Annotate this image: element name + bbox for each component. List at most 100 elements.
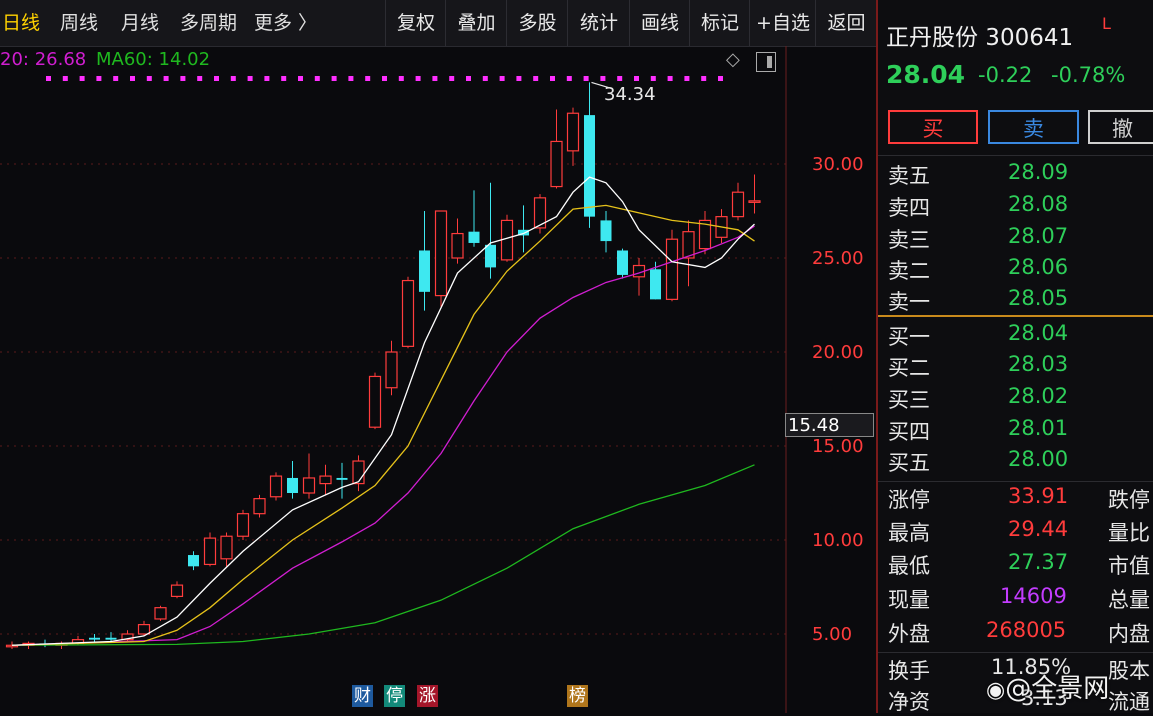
tab-monthly[interactable]: 月线 bbox=[121, 0, 159, 46]
bid4-label: 买四 bbox=[888, 420, 930, 444]
candle-up bbox=[236, 513, 250, 537]
max-price-dot bbox=[247, 76, 253, 81]
candle-up bbox=[401, 279, 415, 347]
candle-up bbox=[368, 375, 382, 428]
net-assets-label: 净资 bbox=[888, 690, 930, 714]
price-tick-5: 5.00 bbox=[812, 624, 853, 645]
limit-up-event-marker[interactable]: 涨 bbox=[417, 685, 438, 707]
outer-volume-value: 268005 bbox=[986, 618, 1067, 642]
ma20-line bbox=[11, 225, 755, 646]
mark-button[interactable]: 标记 bbox=[689, 0, 750, 46]
back-button[interactable]: 返回 bbox=[815, 0, 877, 46]
ask3-price[interactable]: 28.07 bbox=[1008, 224, 1068, 248]
ask4-price[interactable]: 28.08 bbox=[1008, 192, 1068, 216]
limit-up-label: 涨停 bbox=[888, 488, 930, 512]
max-price-dot bbox=[382, 76, 387, 81]
price-change: -0.22 bbox=[978, 63, 1033, 87]
max-price-dot bbox=[331, 76, 337, 81]
max-price-dot bbox=[550, 76, 555, 81]
tab-multi-period[interactable]: 多周期 bbox=[180, 0, 237, 46]
buy-button[interactable]: 买 bbox=[888, 110, 978, 144]
weibo-icon: ◉ bbox=[986, 678, 1006, 703]
max-price-dot bbox=[667, 76, 673, 81]
price-tick-10: 10.00 bbox=[812, 530, 864, 551]
ask3-label: 卖三 bbox=[888, 228, 930, 252]
overlay-button[interactable]: 叠加 bbox=[445, 0, 507, 46]
ask5-label: 卖五 bbox=[888, 164, 930, 188]
statistics-button[interactable]: 统计 bbox=[567, 0, 630, 46]
candle-up bbox=[550, 140, 563, 188]
bid5-price[interactable]: 28.00 bbox=[1008, 447, 1068, 471]
max-price-dot bbox=[499, 76, 505, 81]
bid5-label: 买五 bbox=[888, 451, 930, 475]
finance-event-marker[interactable]: 财 bbox=[352, 685, 373, 707]
kline-chart-area[interactable]: 20: 26.68 MA60: 14.02 ◇ 34.34 30.00 25.0… bbox=[0, 46, 876, 713]
watermark: ◉@全景网 bbox=[986, 674, 1110, 704]
draw-line-button[interactable]: 画线 bbox=[629, 0, 690, 46]
current-volume-label: 现量 bbox=[888, 588, 930, 612]
suspension-event-marker[interactable]: 停 bbox=[384, 685, 405, 707]
tab-more[interactable]: 更多 〉 bbox=[254, 0, 317, 46]
price-tick-20: 20.00 bbox=[812, 342, 864, 363]
adjust-button[interactable]: 复权 bbox=[385, 0, 446, 46]
ma5-line bbox=[11, 176, 755, 646]
current-price-box: 15.48 bbox=[785, 413, 874, 437]
cancel-order-button[interactable]: 撤 bbox=[1088, 110, 1153, 144]
add-watchlist-button[interactable]: +自选 bbox=[749, 0, 816, 46]
candle-down bbox=[617, 250, 628, 275]
multi-stock-button[interactable]: 多股 bbox=[506, 0, 568, 46]
candle-up bbox=[682, 231, 695, 259]
quote-panel: 正丹股份 300641 L 28.04 -0.22 -0.78% 买 卖 撤 卖… bbox=[876, 0, 1153, 714]
max-price-dot bbox=[583, 76, 589, 81]
max-price-dot bbox=[684, 76, 690, 81]
candle-down bbox=[584, 115, 595, 217]
volume-ratio-label: 量比 bbox=[1108, 521, 1150, 545]
candle-down bbox=[600, 220, 612, 242]
max-price-dot bbox=[449, 76, 455, 81]
candle-up bbox=[731, 191, 745, 218]
candle-up bbox=[665, 238, 679, 300]
bid1-price[interactable]: 28.04 bbox=[1008, 321, 1068, 345]
market-cap-label: 市值 bbox=[1108, 554, 1150, 578]
candle-up bbox=[385, 351, 398, 389]
max-price-dot bbox=[718, 76, 723, 81]
stock-name: 正丹股份 300641 bbox=[886, 25, 1074, 51]
candle-up bbox=[500, 219, 514, 261]
ask5-price[interactable]: 28.09 bbox=[1008, 160, 1068, 184]
ask2-label: 卖二 bbox=[888, 259, 930, 283]
low-label: 最低 bbox=[888, 554, 930, 578]
max-price-dot bbox=[634, 76, 639, 81]
float-label: 流通 bbox=[1108, 690, 1150, 714]
listing-flag: L bbox=[1102, 14, 1111, 33]
max-price-dot bbox=[264, 76, 270, 81]
tab-daily[interactable]: 日线 bbox=[2, 0, 40, 46]
candle-up bbox=[319, 475, 332, 485]
tab-weekly[interactable]: 周线 bbox=[60, 0, 98, 46]
max-price-dot bbox=[348, 76, 354, 81]
max-price-dot bbox=[482, 76, 488, 81]
max-price-dot bbox=[365, 76, 371, 81]
price-tick-25: 25.00 bbox=[812, 248, 864, 269]
diamond-icon[interactable]: ◇ bbox=[726, 49, 740, 70]
bid2-price[interactable]: 28.03 bbox=[1008, 352, 1068, 376]
bid4-price[interactable]: 28.01 bbox=[1008, 416, 1068, 440]
sell-button[interactable]: 卖 bbox=[988, 110, 1079, 144]
max-price-dot bbox=[516, 76, 522, 81]
price-tick-30: 30.00 bbox=[812, 154, 864, 175]
max-price-dot bbox=[650, 76, 656, 81]
ask2-price[interactable]: 28.06 bbox=[1008, 255, 1068, 279]
bid3-price[interactable]: 28.02 bbox=[1008, 384, 1068, 408]
ask1-price[interactable]: 28.05 bbox=[1008, 286, 1068, 310]
candle-up bbox=[352, 460, 365, 485]
ranking-event-marker[interactable]: 榜 bbox=[567, 685, 588, 707]
kline-chart[interactable] bbox=[0, 46, 876, 713]
candle-down bbox=[419, 250, 430, 292]
high-value: 29.44 bbox=[1008, 517, 1069, 541]
high-label: 最高 bbox=[888, 521, 930, 545]
candle-up bbox=[434, 210, 448, 297]
panel-toggle-icon[interactable] bbox=[756, 52, 776, 72]
candle-down bbox=[287, 477, 298, 493]
bid3-label: 买三 bbox=[888, 388, 930, 412]
candle-down bbox=[336, 477, 348, 480]
candle-up bbox=[220, 535, 233, 560]
